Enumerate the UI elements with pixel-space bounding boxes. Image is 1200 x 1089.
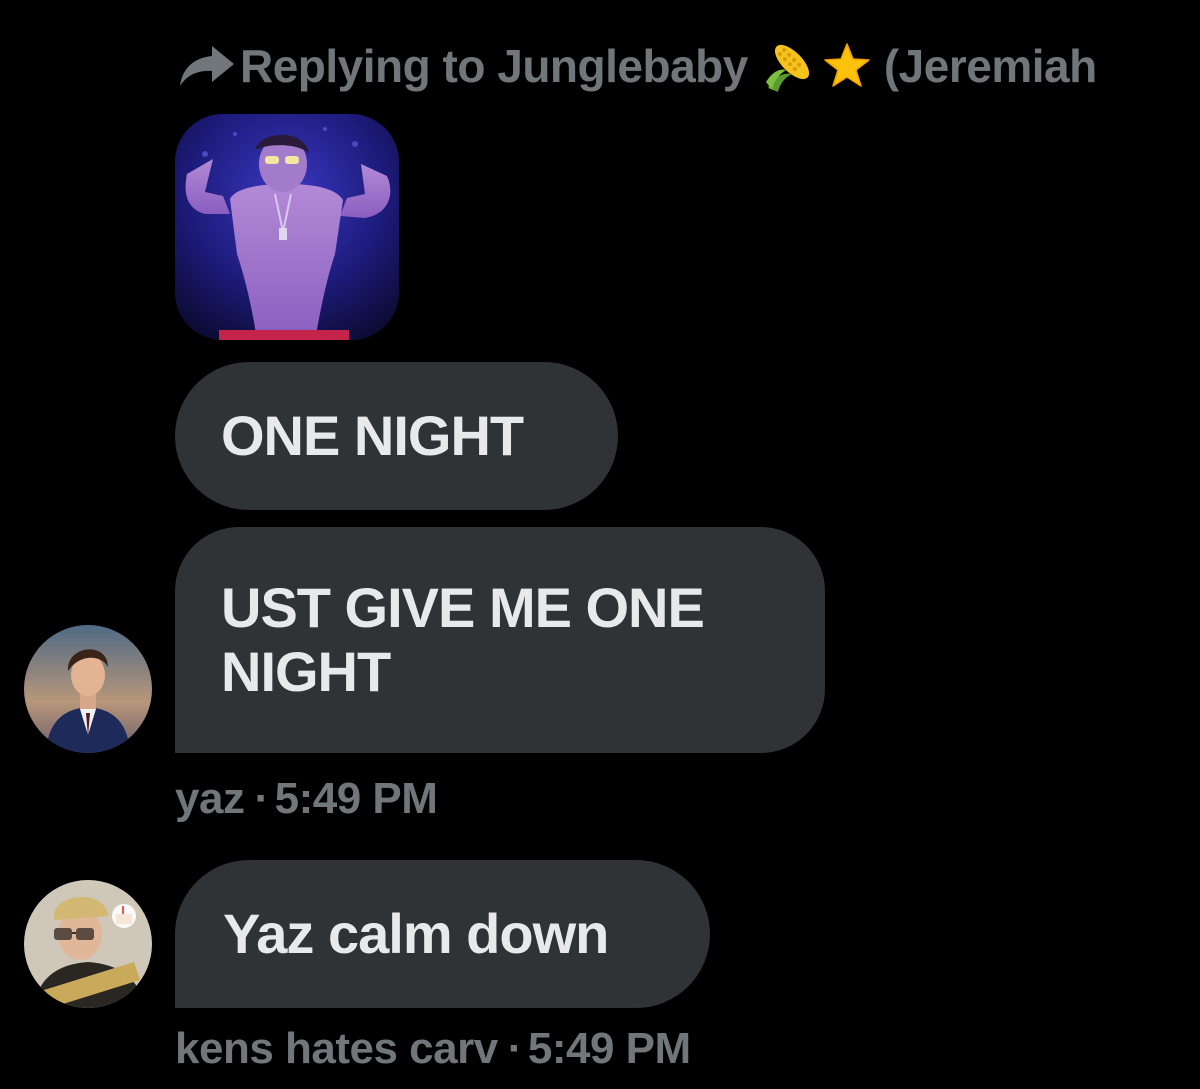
message-time: 5:49 PM: [527, 1024, 691, 1073]
replying-to-label: Replying to: [240, 40, 485, 92]
corn-emoji-icon: [765, 44, 809, 92]
performer-photo: [175, 114, 399, 340]
replying-to-name[interactable]: Junglebaby: [497, 39, 748, 93]
message-meta: kens hates carv · 5:49 PM: [175, 1024, 691, 1074]
message-bubble[interactable]: Yaz calm down: [175, 860, 710, 1008]
message-text: ONE NIGHT: [221, 404, 524, 467]
message-bubble[interactable]: ONE NIGHT: [175, 362, 618, 510]
avatar-photo-yaz: [24, 625, 152, 753]
meta-separator: ·: [254, 774, 269, 823]
sender-name[interactable]: yaz: [175, 774, 245, 823]
avatar[interactable]: [24, 880, 152, 1008]
avatar[interactable]: [24, 625, 152, 753]
replying-to-header[interactable]: Replying to Junglebaby (Jeremiah: [178, 36, 1200, 96]
reply-arrow-icon: [180, 46, 234, 86]
star-emoji-icon: [824, 43, 870, 87]
message-text: UST GIVE ME ONE NIGHT: [221, 576, 705, 703]
sender-name[interactable]: kens hates carv: [175, 1024, 498, 1073]
message-bubble[interactable]: UST GIVE ME ONE NIGHT: [175, 527, 825, 753]
message-text: Yaz calm down: [223, 902, 609, 965]
avatar-photo-kens: [24, 880, 152, 1008]
message-time: 5:49 PM: [274, 774, 438, 823]
media-message-image[interactable]: [175, 114, 399, 340]
message-meta: yaz · 5:49 PM: [175, 774, 438, 824]
meta-separator: ·: [507, 1024, 523, 1073]
replying-to-suffix: (Jeremiah: [883, 40, 1097, 92]
